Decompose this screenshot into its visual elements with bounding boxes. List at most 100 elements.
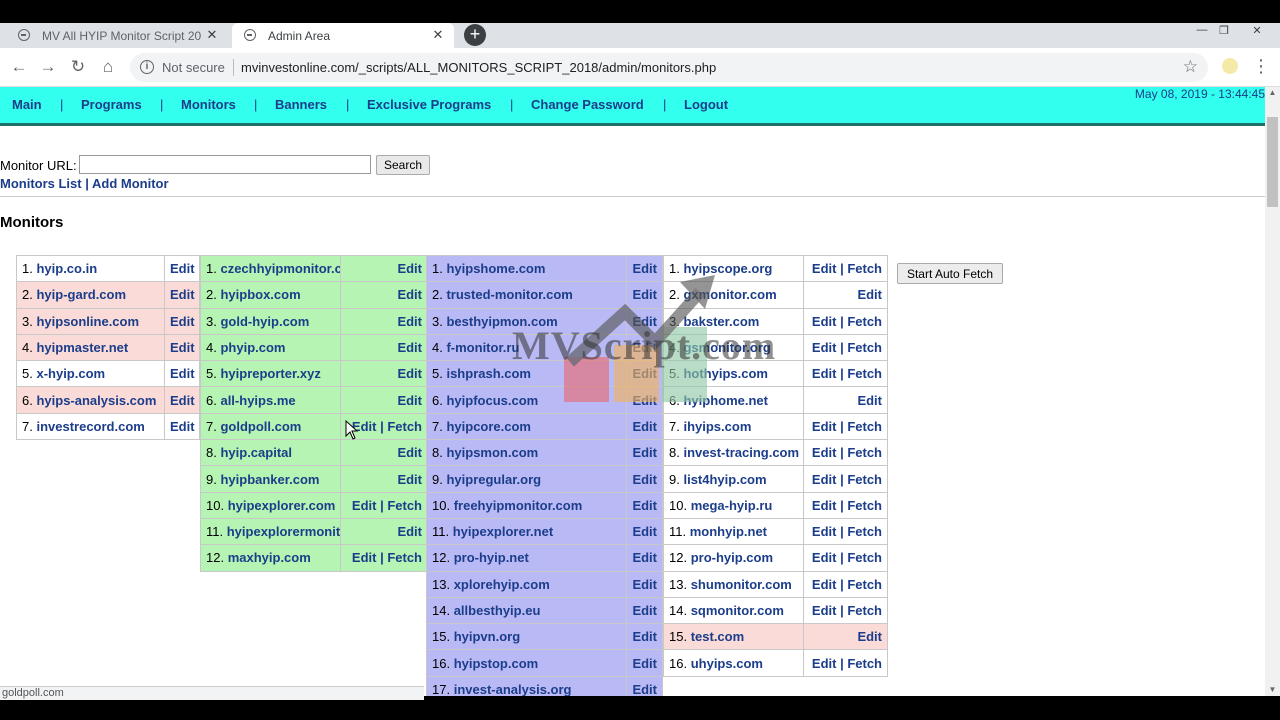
row-actions[interactable]: Edit | Fetch bbox=[803, 649, 888, 677]
nav-banners[interactable]: Banners bbox=[275, 97, 327, 112]
window-close-icon[interactable]: ✕ bbox=[1247, 24, 1267, 37]
monitor-site-link[interactable]: hyipexplorer.com bbox=[228, 498, 336, 513]
row-actions[interactable]: Edit bbox=[626, 254, 663, 283]
monitor-site-link[interactable]: invest-analysis.org bbox=[454, 682, 572, 696]
monitor-site-link[interactable]: goldpoll.com bbox=[220, 419, 301, 434]
row-actions[interactable]: Edit bbox=[164, 333, 200, 362]
row-actions[interactable]: Edit bbox=[626, 596, 663, 625]
monitor-site-link[interactable]: test.com bbox=[691, 629, 744, 644]
row-actions[interactable]: Edit bbox=[626, 281, 663, 309]
row-actions[interactable]: Edit | Fetch bbox=[803, 570, 888, 598]
row-actions[interactable]: Edit | Fetch bbox=[803, 439, 888, 467]
monitor-site-link[interactable]: hyipshome.com bbox=[446, 261, 545, 276]
row-actions[interactable]: Edit bbox=[626, 412, 663, 441]
monitor-site-link[interactable]: hyipregular.org bbox=[446, 472, 541, 487]
bookmark-star-icon[interactable]: ☆ bbox=[1183, 57, 1198, 77]
row-actions[interactable]: Edit | Fetch bbox=[803, 333, 888, 362]
row-actions[interactable]: Edit | Fetch bbox=[803, 491, 888, 519]
monitor-site-link[interactable]: hyiphome.net bbox=[683, 393, 768, 408]
row-actions[interactable]: Edit bbox=[340, 465, 428, 493]
menu-dots-icon[interactable]: ⋮ bbox=[1252, 56, 1270, 77]
row-actions[interactable]: Edit bbox=[164, 281, 200, 309]
monitor-site-link[interactable]: ihyips.com bbox=[683, 419, 751, 434]
monitor-url-input[interactable] bbox=[79, 155, 371, 174]
row-actions[interactable]: Edit bbox=[803, 623, 888, 651]
monitor-site-link[interactable]: allbesthyip.eu bbox=[454, 603, 541, 618]
row-actions[interactable]: Edit bbox=[164, 307, 200, 335]
monitor-site-link[interactable]: hyip-gard.com bbox=[36, 287, 126, 302]
row-actions[interactable]: Edit | Fetch bbox=[340, 491, 428, 519]
nav-logout[interactable]: Logout bbox=[684, 97, 728, 112]
row-actions[interactable]: Edit bbox=[340, 439, 428, 467]
row-actions[interactable]: Edit | Fetch bbox=[803, 254, 888, 283]
monitor-site-link[interactable]: hyipbanker.com bbox=[220, 472, 319, 487]
row-actions[interactable]: Edit bbox=[626, 517, 663, 546]
row-actions[interactable]: Edit | Fetch bbox=[803, 517, 888, 546]
nav-monitors[interactable]: Monitors bbox=[181, 97, 236, 112]
add-monitor-link[interactable]: Add Monitor bbox=[92, 176, 169, 191]
monitors-list-link[interactable]: Monitors List bbox=[0, 176, 82, 191]
monitor-site-link[interactable]: hyipsmon.com bbox=[446, 445, 538, 460]
monitor-site-link[interactable]: hyipexplorer.net bbox=[453, 524, 553, 539]
url-text[interactable]: mvinvestonline.com/_scripts/ALL_MONITORS… bbox=[241, 60, 716, 75]
monitor-site-link[interactable]: gxmonitor.com bbox=[683, 287, 776, 302]
nav-exclusive-programs[interactable]: Exclusive Programs bbox=[367, 97, 491, 112]
monitor-site-link[interactable]: phyip.com bbox=[220, 340, 285, 355]
row-actions[interactable]: Edit bbox=[340, 307, 428, 335]
minimize-icon[interactable]: — bbox=[1192, 24, 1212, 36]
row-actions[interactable]: Edit | Fetch bbox=[803, 412, 888, 441]
reload-icon[interactable]: ↻ bbox=[67, 56, 89, 78]
row-actions[interactable]: Edit bbox=[626, 439, 663, 467]
monitor-site-link[interactable]: hyipstop.com bbox=[454, 656, 539, 671]
monitor-site-link[interactable]: mega-hyip.ru bbox=[691, 498, 773, 513]
scroll-up-icon[interactable]: ▲ bbox=[1265, 87, 1280, 99]
monitor-site-link[interactable]: trusted-monitor.com bbox=[446, 287, 572, 302]
row-actions[interactable]: Edit | Fetch bbox=[803, 465, 888, 493]
scroll-thumb[interactable] bbox=[1267, 117, 1278, 207]
monitor-site-link[interactable]: f-monitor.ru bbox=[446, 340, 519, 355]
monitor-site-link[interactable]: freehyipmonitor.com bbox=[454, 498, 583, 513]
row-actions[interactable]: Edit bbox=[164, 412, 200, 441]
row-actions[interactable]: Edit bbox=[626, 570, 663, 598]
close-tab-icon[interactable]: ✕ bbox=[204, 27, 220, 43]
row-actions[interactable]: Edit bbox=[164, 254, 200, 283]
monitor-site-link[interactable]: hyip.capital bbox=[220, 445, 292, 460]
monitor-site-link[interactable]: hyipcore.com bbox=[446, 419, 531, 434]
monitor-site-link[interactable]: hyipsonline.com bbox=[36, 314, 139, 329]
row-actions[interactable]: Edit | Fetch bbox=[803, 544, 888, 572]
tab-admin-area[interactable]: Admin Area ✕ bbox=[232, 23, 454, 48]
row-actions[interactable]: Edit bbox=[626, 544, 663, 572]
monitor-site-link[interactable]: hyips-analysis.com bbox=[36, 393, 156, 408]
nav-change-password[interactable]: Change Password bbox=[531, 97, 644, 112]
row-actions[interactable]: Edit | Fetch bbox=[340, 412, 428, 441]
row-actions[interactable]: Edit bbox=[626, 649, 663, 677]
monitor-site-link[interactable]: hyip.co.in bbox=[36, 261, 97, 276]
row-actions[interactable]: Edit bbox=[340, 281, 428, 309]
monitor-site-link[interactable]: list4hyip.com bbox=[683, 472, 766, 487]
monitor-site-link[interactable]: investrecord.com bbox=[36, 419, 144, 434]
monitor-site-link[interactable]: hyipbox.com bbox=[220, 287, 300, 302]
monitor-site-link[interactable]: hyipreporter.xyz bbox=[220, 366, 320, 381]
row-actions[interactable]: Edit | Fetch bbox=[803, 307, 888, 335]
row-actions[interactable]: Edit bbox=[164, 386, 200, 414]
row-actions[interactable]: Edit bbox=[803, 386, 888, 414]
monitor-site-link[interactable]: monhyip.net bbox=[690, 524, 767, 539]
monitor-site-link[interactable]: xplorehyip.com bbox=[454, 577, 550, 592]
start-auto-fetch-button[interactable]: Start Auto Fetch bbox=[897, 263, 1003, 284]
extension-icon[interactable] bbox=[1222, 58, 1238, 74]
monitor-site-link[interactable]: all-hyips.me bbox=[220, 393, 295, 408]
row-actions[interactable]: Edit bbox=[626, 465, 663, 493]
nav-programs[interactable]: Programs bbox=[81, 97, 142, 112]
nav-main[interactable]: Main bbox=[12, 97, 42, 112]
home-icon[interactable]: ⌂ bbox=[97, 56, 119, 78]
monitor-site-link[interactable]: uhyips.com bbox=[691, 656, 763, 671]
row-actions[interactable]: Edit | Fetch bbox=[803, 360, 888, 388]
page-scrollbar[interactable]: ▲ ▼ bbox=[1265, 87, 1280, 696]
monitor-site-link[interactable]: gold-hyip.com bbox=[220, 314, 309, 329]
row-actions[interactable]: Edit bbox=[626, 491, 663, 519]
row-actions[interactable]: Edit bbox=[164, 360, 200, 388]
row-actions[interactable]: Edit bbox=[626, 386, 663, 414]
address-bar[interactable]: i Not secure mvinvestonline.com/_scripts… bbox=[130, 53, 1208, 82]
back-icon[interactable]: ← bbox=[8, 56, 30, 78]
monitor-site-link[interactable]: pro-hyip.com bbox=[691, 550, 773, 565]
